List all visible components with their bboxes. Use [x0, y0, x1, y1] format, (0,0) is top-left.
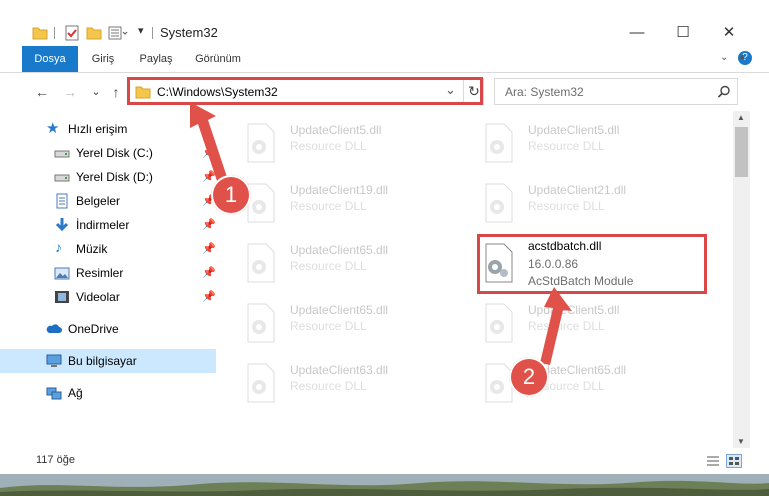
file-item[interactable]: UpdateClient5.dll Resource DLL	[228, 117, 438, 171]
drive-icon	[54, 150, 70, 158]
documents-icon	[56, 193, 68, 209]
sidebar-item-label: Resimler	[76, 266, 124, 280]
search-input[interactable]: Ara: System32	[505, 85, 584, 99]
music-icon: ♪	[55, 239, 62, 255]
sidebar-item-pictures[interactable]: Resimler 📌	[0, 261, 216, 285]
new-folder-icon[interactable]	[86, 25, 102, 41]
sidebar-item-label: Müzik	[76, 242, 108, 256]
back-button[interactable]: ←	[32, 82, 52, 102]
file-name: UpdateClient5.dll	[528, 123, 620, 137]
file-type: Resource DLL	[528, 199, 605, 213]
pictures-icon	[54, 267, 70, 280]
folder-icon	[32, 27, 48, 40]
ribbon-expand-icon[interactable]: ⌄	[720, 52, 728, 63]
sidebar-item-label: Yerel Disk (D:)	[76, 170, 153, 184]
file-type: Resource DLL	[290, 319, 367, 333]
file-type: Resource DLL	[290, 199, 367, 213]
file-type: Resource DLL	[290, 379, 367, 393]
view-options-icon[interactable]	[108, 25, 130, 41]
sidebar-item-onedrive[interactable]: OneDrive	[0, 317, 216, 341]
file-name: UpdateClient63.dll	[290, 363, 389, 377]
star-icon: ★	[46, 120, 60, 137]
maximize-button[interactable]: ☐	[660, 20, 706, 46]
forward-button[interactable]: →	[60, 82, 80, 102]
tab-dosya[interactable]: Dosya	[22, 46, 78, 72]
title-bar: ▾ System32 — ☐ ✕	[0, 0, 769, 46]
separator	[152, 27, 153, 39]
up-button[interactable]: ↑	[106, 82, 126, 102]
item-count: 117 öğe	[36, 454, 75, 466]
sidebar-item-network[interactable]: Ağ	[0, 381, 216, 405]
sidebar-item-downloads[interactable]: İndirmeler 📌	[0, 213, 216, 237]
sidebar-item-label: Videolar	[76, 290, 120, 304]
scroll-down-icon[interactable]: ▼	[737, 437, 745, 446]
vertical-scrollbar[interactable]: ▲ ▼	[733, 111, 750, 451]
dll-file-icon	[485, 183, 513, 223]
scroll-up-icon[interactable]: ▲	[737, 113, 745, 122]
step1-badge: 1	[211, 175, 251, 215]
dll-file-icon	[247, 243, 275, 283]
drive-icon	[54, 174, 70, 182]
file-type: Resource DLL	[528, 139, 605, 153]
pin-icon: 📌	[202, 291, 216, 303]
cloud-icon	[46, 324, 62, 333]
search-box[interactable]: Ara: System32	[494, 78, 738, 105]
file-highlight-box	[477, 234, 707, 294]
close-button[interactable]: ✕	[706, 20, 752, 46]
dll-file-icon	[485, 123, 513, 163]
file-type: Resource DLL	[290, 259, 367, 273]
sidebar-item-music[interactable]: ♪ Müzik 📌	[0, 237, 216, 261]
sidebar-item-label: Bu bilgisayar	[68, 354, 137, 368]
scroll-thumb[interactable]	[735, 127, 748, 177]
sidebar-item-label: İndirmeler	[76, 218, 130, 232]
search-icon[interactable]	[717, 85, 731, 99]
window-title: System32	[160, 25, 218, 40]
properties-icon[interactable]	[64, 25, 80, 41]
file-item[interactable]: UpdateClient21.dll Resource DLL	[466, 177, 676, 231]
file-item[interactable]: UpdateClient63.dll Resource DLL	[228, 357, 438, 411]
dll-file-icon	[485, 303, 513, 343]
downloads-icon	[55, 218, 69, 232]
sidebar-item-label: Belgeler	[76, 194, 121, 208]
file-item[interactable]: UpdateClient19.dll Resource DLL	[228, 177, 438, 231]
sidebar-item-this-pc[interactable]: Bu bilgisayar	[0, 349, 216, 373]
dll-file-icon	[247, 363, 275, 403]
large-icons-view-icon[interactable]	[726, 454, 742, 468]
file-name: UpdateClient21.dll	[528, 183, 627, 197]
file-name: UpdateClient65.dll	[290, 243, 389, 257]
pin-icon: 📌	[202, 267, 216, 279]
desktop-background	[0, 474, 769, 496]
sidebar-item-videos[interactable]: Videolar 📌	[0, 285, 216, 309]
computer-icon	[46, 354, 62, 367]
file-name: UpdateClient65.dll	[290, 303, 389, 317]
pin-icon: 📌	[202, 243, 216, 255]
file-item[interactable]: UpdateClient65.dll Resource DLL	[228, 297, 438, 351]
quick-access-dropdown[interactable]: ▾	[138, 24, 144, 40]
file-type: Resource DLL	[290, 139, 367, 153]
scroll-up-icon[interactable]: ▲	[738, 52, 750, 64]
separator	[54, 27, 55, 39]
minimize-button[interactable]: —	[614, 20, 660, 46]
file-item[interactable]: UpdateClient5.dll Resource DLL	[466, 117, 676, 171]
sidebar-item-label: Hızlı erişim	[68, 122, 128, 136]
status-bar: 117 öğe	[0, 448, 769, 474]
file-name: UpdateClient5.dll	[290, 123, 382, 137]
recent-locations-button[interactable]: ⌄	[86, 82, 106, 102]
tab-gorunum[interactable]: Görünüm	[190, 46, 246, 72]
step2-badge: 2	[509, 357, 549, 397]
file-item[interactable]: UpdateClient65.dll Resource DLL	[228, 237, 438, 291]
tab-paylas[interactable]: Paylaş	[134, 46, 178, 72]
sidebar-item-label: Ağ	[68, 386, 83, 400]
videos-icon	[55, 291, 69, 303]
sidebar-item-label: Yerel Disk (C:)	[76, 146, 153, 160]
network-icon	[46, 387, 62, 400]
dll-file-icon	[247, 303, 275, 343]
details-view-icon[interactable]	[706, 455, 720, 467]
pin-icon: 📌	[202, 219, 216, 231]
ribbon-tabs: Dosya Giriş Paylaş Görünüm ⌄ ?	[0, 46, 769, 73]
tab-giris[interactable]: Giriş	[84, 46, 122, 72]
file-name: UpdateClient19.dll	[290, 183, 389, 197]
sidebar-item-label: OneDrive	[68, 322, 119, 336]
